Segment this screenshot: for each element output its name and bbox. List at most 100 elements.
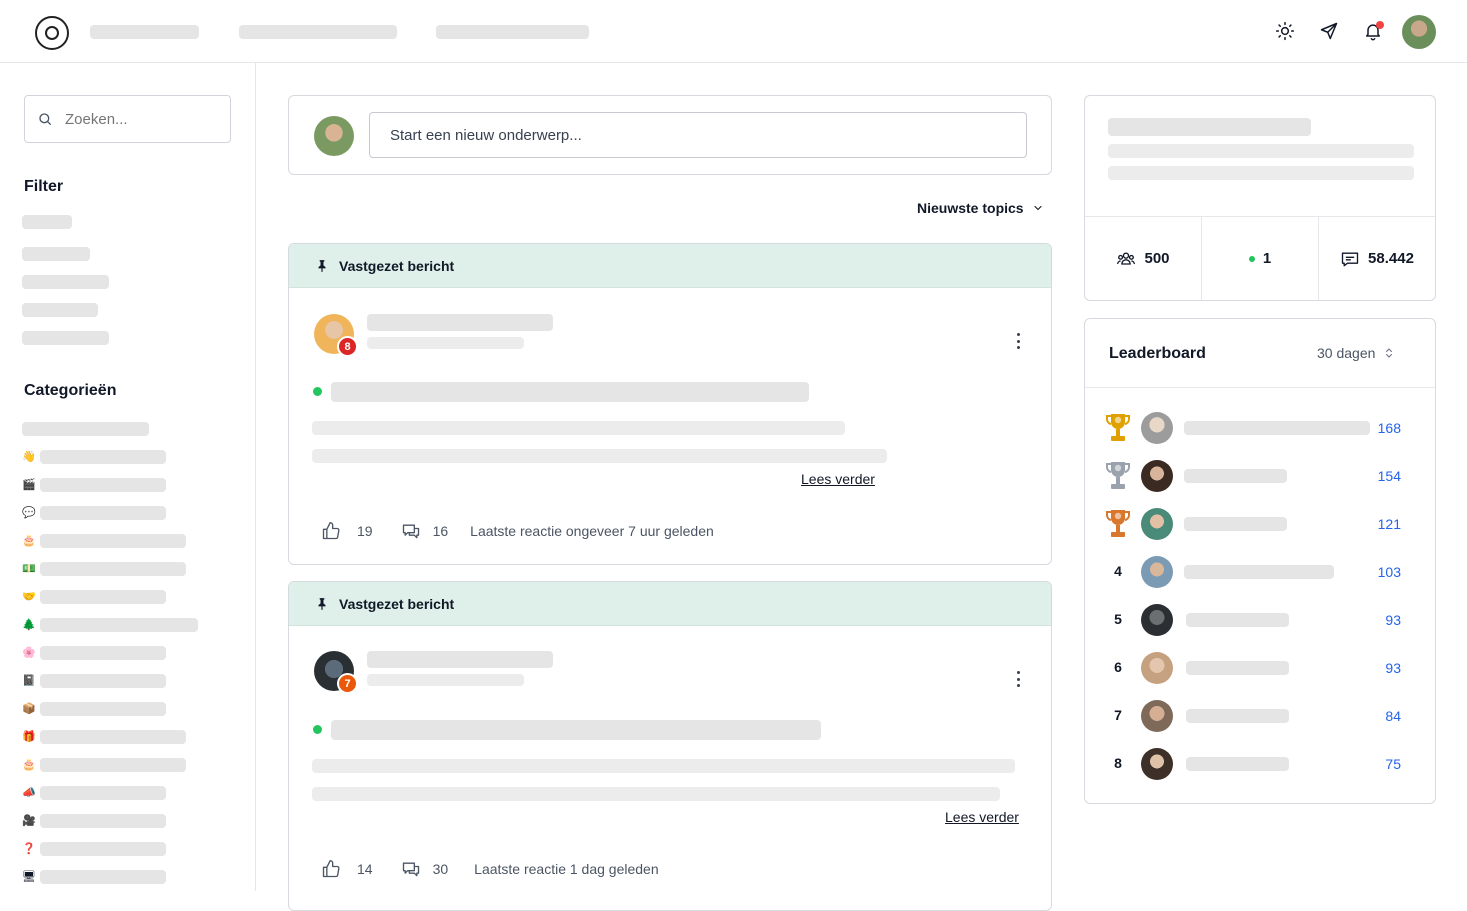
category-item[interactable]: 🎥 bbox=[22, 814, 166, 828]
bell-icon[interactable] bbox=[1362, 20, 1384, 42]
sun-icon[interactable] bbox=[1274, 20, 1296, 42]
category-item[interactable]: ❓ bbox=[22, 842, 166, 856]
category-emoji-icon: 📓 bbox=[22, 675, 36, 687]
post-title[interactable] bbox=[331, 382, 809, 402]
member-avatar[interactable] bbox=[1141, 508, 1173, 540]
category-item[interactable]: 🖥 bbox=[22, 870, 166, 884]
member-avatar[interactable] bbox=[1141, 652, 1173, 684]
new-topic-input[interactable]: Start een nieuw onderwerp... bbox=[369, 112, 1027, 158]
category-emoji-icon: 💵 bbox=[22, 563, 36, 575]
author-name[interactable] bbox=[367, 651, 553, 668]
more-options-icon[interactable] bbox=[1015, 333, 1021, 349]
more-options-icon[interactable] bbox=[1015, 671, 1021, 687]
category-label bbox=[40, 730, 186, 744]
sort-dropdown[interactable]: Nieuwste topics bbox=[917, 200, 1044, 216]
leaderboard-row[interactable]: 8 75 bbox=[1085, 747, 1435, 783]
leaderboard-row[interactable]: 168 bbox=[1085, 411, 1435, 447]
composer-avatar bbox=[314, 116, 354, 156]
sort-label: Nieuwste topics bbox=[917, 200, 1024, 216]
member-name[interactable] bbox=[1184, 565, 1334, 579]
category-item[interactable]: 🎁 bbox=[22, 730, 186, 744]
nav-link-2[interactable] bbox=[239, 25, 397, 39]
pinned-banner: Vastgezet bericht bbox=[289, 244, 1051, 288]
member-avatar[interactable] bbox=[1141, 460, 1173, 492]
category-item[interactable]: 🎂 bbox=[22, 534, 186, 548]
member-name[interactable] bbox=[1186, 757, 1289, 771]
send-icon[interactable] bbox=[1318, 20, 1340, 42]
leaderboard-row[interactable]: 121 bbox=[1085, 507, 1435, 543]
category-item[interactable]: 🌲 bbox=[22, 618, 198, 632]
nav-link-3[interactable] bbox=[436, 25, 589, 39]
post-card[interactable]: Vastgezet bericht 7 Lees verder 14 30 La… bbox=[288, 581, 1052, 911]
member-name[interactable] bbox=[1186, 661, 1289, 675]
leaderboard-row[interactable]: 4 103 bbox=[1085, 555, 1435, 591]
leaderboard-row[interactable]: 7 84 bbox=[1085, 699, 1435, 735]
leaderboard-row[interactable]: 154 bbox=[1085, 459, 1435, 495]
user-avatar[interactable] bbox=[1402, 15, 1436, 49]
category-label bbox=[40, 842, 166, 856]
members-stat[interactable]: 500 bbox=[1085, 217, 1201, 300]
member-avatar[interactable] bbox=[1141, 556, 1173, 588]
category-item[interactable]: 📓 bbox=[22, 674, 166, 688]
member-name[interactable] bbox=[1186, 613, 1289, 627]
comments-icon[interactable] bbox=[401, 521, 421, 541]
nav-link-1[interactable] bbox=[90, 25, 199, 39]
category-item[interactable]: 📦 bbox=[22, 702, 166, 716]
category-item[interactable]: 🎬 bbox=[22, 478, 166, 492]
category-item[interactable]: 🌸 bbox=[22, 646, 166, 660]
post-card[interactable]: Vastgezet bericht 8 Lees verder 19 16 La… bbox=[288, 243, 1052, 565]
member-name[interactable] bbox=[1186, 709, 1289, 723]
member-score: 154 bbox=[1377, 468, 1401, 484]
rank-number: 5 bbox=[1114, 611, 1122, 627]
member-score: 168 bbox=[1377, 420, 1401, 436]
thumbs-up-icon[interactable] bbox=[321, 521, 341, 541]
member-score: 84 bbox=[1385, 708, 1401, 724]
filter-option-4[interactable] bbox=[22, 303, 98, 317]
category-all[interactable] bbox=[22, 422, 149, 436]
post-excerpt-line-1 bbox=[312, 759, 1015, 773]
category-item[interactable]: 📣 bbox=[22, 786, 166, 800]
thumbs-up-icon[interactable] bbox=[321, 859, 341, 879]
read-more-link[interactable]: Lees verder bbox=[801, 471, 875, 487]
post-footer: 19 16 Laatste reactie ongeveer 7 uur gel… bbox=[321, 521, 714, 541]
rank-number: 8 bbox=[1114, 755, 1122, 771]
post-title[interactable] bbox=[331, 720, 821, 740]
category-label bbox=[40, 618, 198, 632]
member-avatar[interactable] bbox=[1141, 412, 1173, 444]
category-item[interactable]: 👋 bbox=[22, 450, 166, 464]
filter-option-5[interactable] bbox=[22, 331, 109, 345]
member-name[interactable] bbox=[1184, 469, 1287, 483]
category-item[interactable]: 💵 bbox=[22, 562, 186, 576]
leaderboard-row[interactable]: 6 93 bbox=[1085, 651, 1435, 687]
category-label bbox=[40, 870, 166, 884]
member-avatar[interactable] bbox=[1141, 700, 1173, 732]
filter-option-2[interactable] bbox=[22, 247, 90, 261]
member-avatar[interactable] bbox=[1141, 748, 1173, 780]
leaderboard-row[interactable]: 5 93 bbox=[1085, 603, 1435, 639]
filter-option-3[interactable] bbox=[22, 275, 109, 289]
online-stat[interactable]: 1 bbox=[1201, 217, 1318, 300]
period-select[interactable]: 30 dagen bbox=[1317, 345, 1395, 361]
category-item[interactable]: 💬 bbox=[22, 506, 166, 520]
chevron-updown-icon bbox=[1386, 348, 1393, 358]
category-emoji-icon: 🎁 bbox=[22, 731, 36, 743]
category-label bbox=[40, 534, 186, 548]
posts-stat[interactable]: 58.442 bbox=[1318, 217, 1435, 300]
read-more-link[interactable]: Lees verder bbox=[945, 809, 1019, 825]
category-label bbox=[40, 674, 166, 688]
search-box[interactable] bbox=[24, 95, 231, 143]
member-name[interactable] bbox=[1184, 421, 1370, 435]
member-name[interactable] bbox=[1184, 517, 1287, 531]
trophy-icon bbox=[1106, 462, 1130, 489]
category-emoji-icon: 🌲 bbox=[22, 619, 36, 631]
search-input[interactable] bbox=[65, 110, 205, 128]
author-name[interactable] bbox=[367, 314, 553, 331]
filter-option-1[interactable] bbox=[22, 215, 72, 229]
last-reply: Laatste reactie ongeveer 7 uur geleden bbox=[470, 523, 714, 539]
stats-row: 500 1 58.442 bbox=[1085, 216, 1435, 300]
category-item[interactable]: 🎂 bbox=[22, 758, 186, 772]
comments-icon[interactable] bbox=[401, 859, 421, 879]
community-logo[interactable] bbox=[35, 16, 69, 50]
category-item[interactable]: 🤝 bbox=[22, 590, 166, 604]
member-avatar[interactable] bbox=[1141, 604, 1173, 636]
